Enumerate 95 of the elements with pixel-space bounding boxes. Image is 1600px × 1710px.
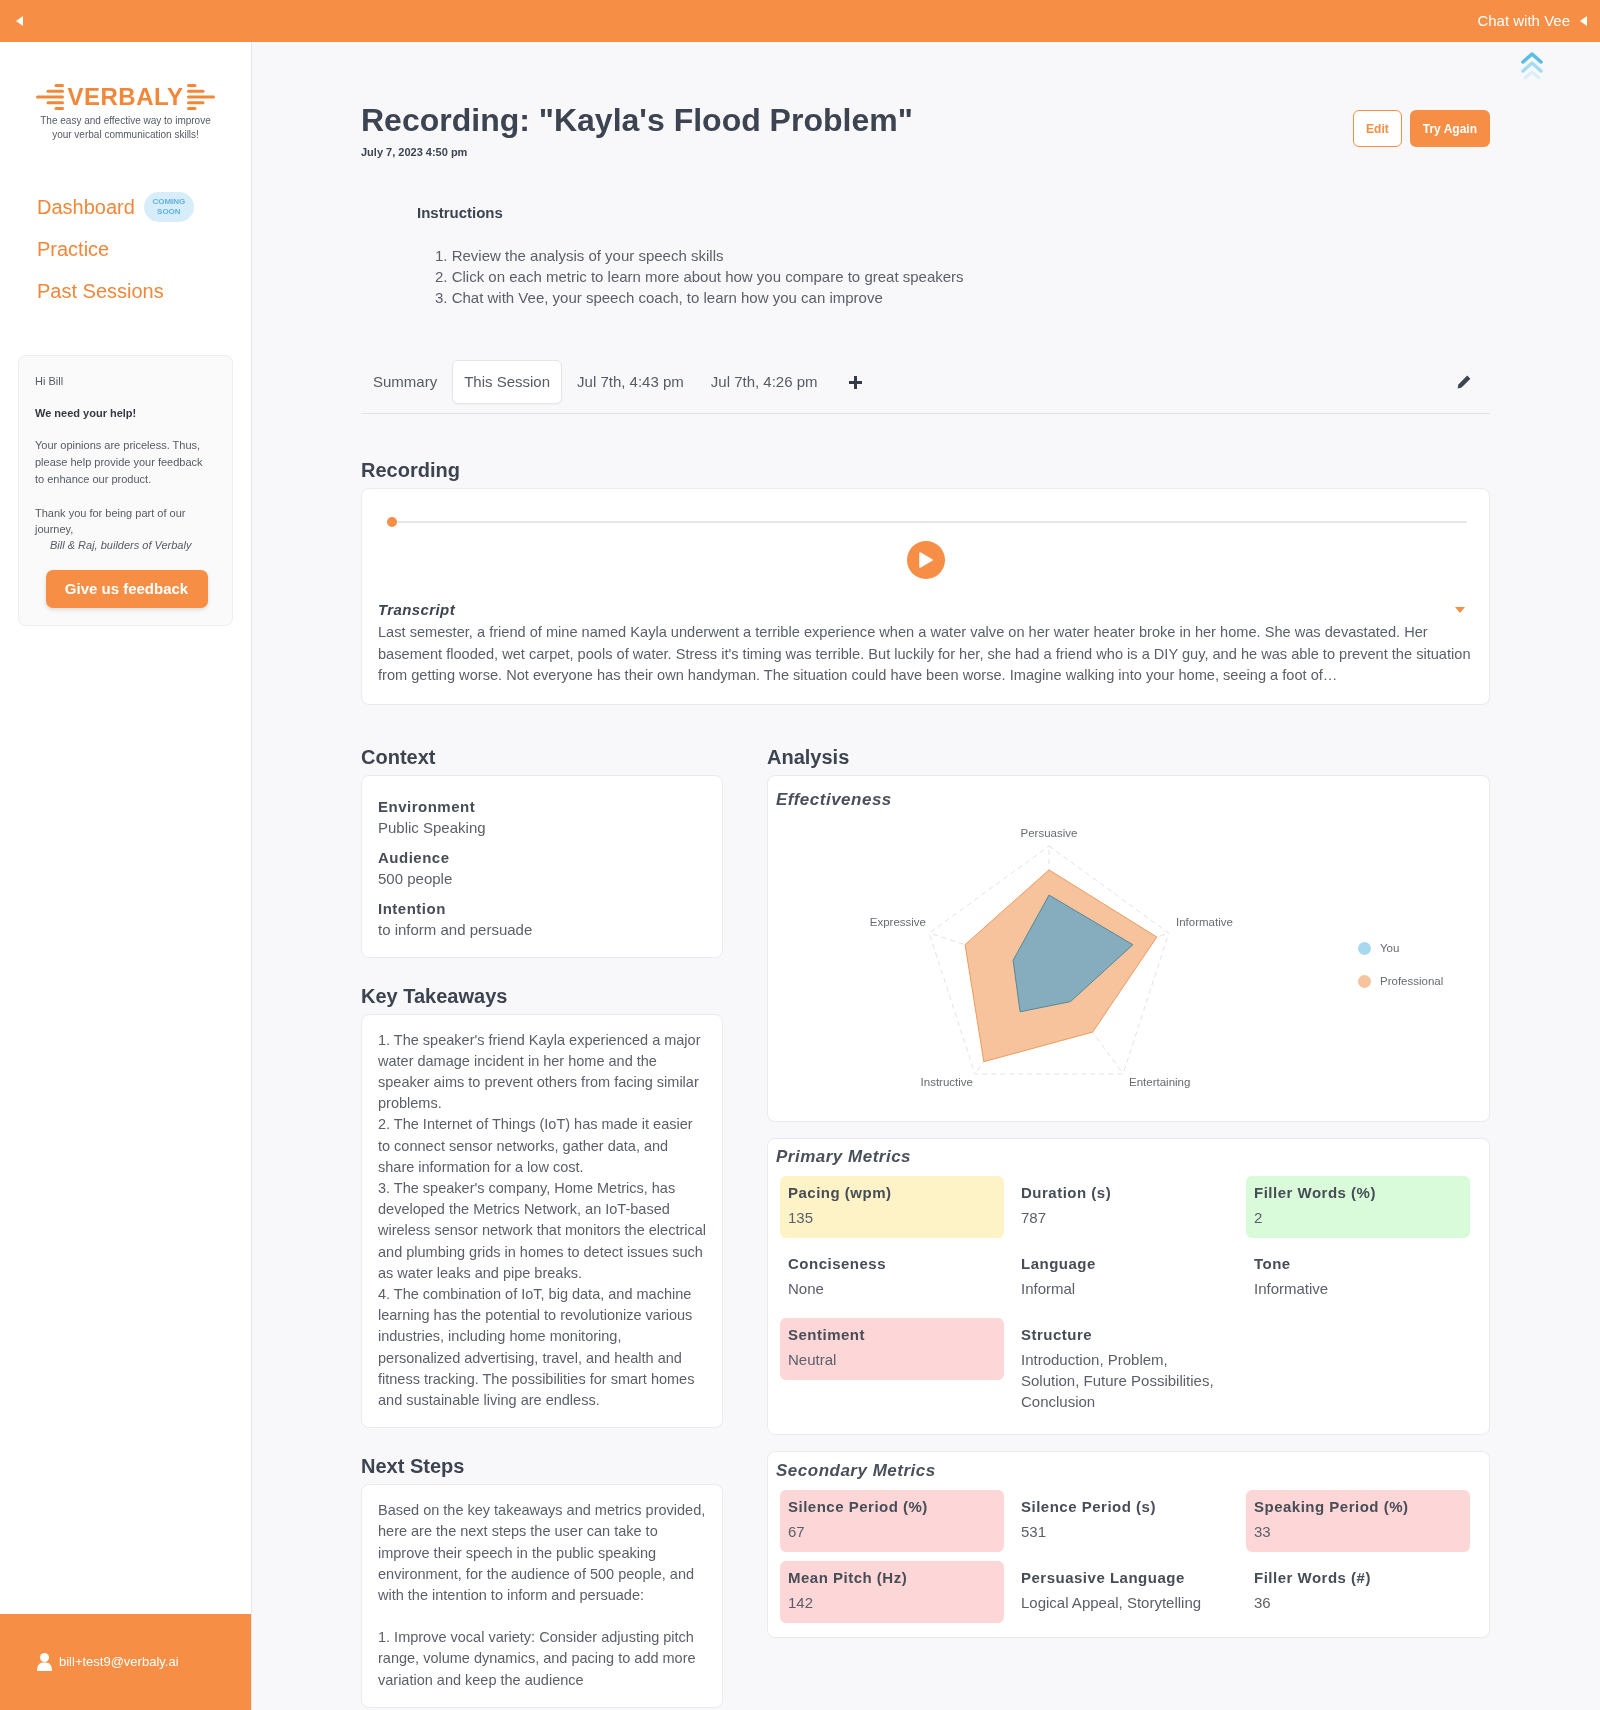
page-title: Recording: "Kayla's Flood Problem" [361, 101, 913, 140]
metric-cell[interactable]: Pacing (wpm) 135 [780, 1175, 1004, 1238]
plus-icon[interactable] [848, 375, 862, 389]
metric-value: 531 [1021, 1521, 1048, 1542]
metric-value: Introduction, Problem, Solution, Future Possibilities, Conclusion [1021, 1349, 1215, 1412]
card-title: Effectiveness [775, 788, 893, 811]
metric-value: 142 [788, 1592, 815, 1613]
tab[interactable]: This Session [452, 360, 563, 404]
double-chevron-up-icon[interactable] [1521, 50, 1543, 80]
field-label: Audience [378, 847, 451, 868]
metric-cell[interactable]: Speaking Period (%) 33 [1246, 1489, 1470, 1552]
slider-thumb[interactable] [387, 517, 397, 527]
legend-label: Professional [1380, 974, 1444, 989]
takeaway-item: 1. The speaker's friend Kayla experienced a major water damage incident in her home and the speaker aims to prevent others from facing similar problems. [378, 1030, 702, 1114]
metric-label: Pacing (wpm) [788, 1182, 893, 1203]
tab[interactable]: Jul 7th, 4:43 pm [565, 360, 696, 404]
axis-label: Instructive [920, 1075, 973, 1088]
section-heading: Next Steps [361, 1454, 466, 1479]
signature-text: Bill & Raj, builders of Verbaly [49, 538, 193, 553]
stripes-icon [35, 84, 64, 110]
metric-value: 2 [1254, 1207, 1264, 1228]
feedback-heading: We need your help! [35, 406, 138, 421]
next-steps-paragraph: Based on the key takeaways and metrics provided, here are the next steps the user can take to improve their speech in the public speaking environment, for the audience of 500 people, and with the intention to inform and persuade: [378, 1501, 706, 1605]
instruction-step: 2. Click on each metric to learn more about how you compare to great speakers [435, 266, 1490, 287]
coming-soon-badge: COMING SOON [143, 192, 194, 222]
axis-label: Expressive [869, 915, 926, 928]
section-heading: Analysis [767, 744, 851, 769]
metric-value: 36 [1254, 1592, 1272, 1613]
metric-cell[interactable]: Filler Words (%) 2 [1246, 1175, 1470, 1238]
recording-date: July 7, 2023 4:50 pm [361, 146, 469, 158]
metric-label: Sentiment [788, 1324, 866, 1345]
play-button[interactable] [906, 541, 945, 579]
feedback-message: Your opinions are priceless. Thus, please help provide your feedback to enhance our product. [35, 438, 204, 487]
caret-left-icon[interactable] [16, 16, 24, 26]
metric-label: Structure [1021, 1324, 1094, 1345]
axis-label: Informative [1176, 915, 1233, 928]
section-heading: Recording [361, 458, 461, 482]
greeting-text: Hi Bill [35, 374, 65, 389]
metric-label: Persuasive Language [1021, 1567, 1186, 1588]
pencil-icon[interactable] [1457, 375, 1471, 389]
section-heading: Key Takeaways [361, 983, 509, 1008]
metric-label: Silence Period (s) [1021, 1496, 1157, 1517]
thanks-text: Thank you for being part of our journey, [35, 506, 187, 537]
stripes-icon [187, 84, 216, 110]
field-value: 500 people [378, 868, 454, 889]
metric-label: Filler Words (%) [1254, 1182, 1377, 1203]
metric-value: None [788, 1278, 825, 1299]
metric-cell[interactable]: Mean Pitch (Hz) 142 [780, 1560, 1004, 1623]
caret-down-icon[interactable] [1455, 607, 1465, 613]
logo-wordmark: VERBALY [67, 84, 184, 110]
card-title: Primary Metrics [776, 1145, 913, 1168]
field-label: Intention [378, 898, 447, 919]
metric-value: Neutral [788, 1349, 838, 1370]
user-email: bill+test9@verbaly.ai [59, 1653, 179, 1671]
tab[interactable]: Summary [361, 360, 450, 404]
instruction-step: 3. Chat with Vee, your speech coach, to learn how you can improve [435, 287, 1490, 308]
metric-value: Logical Appeal, Storytelling [1021, 1592, 1203, 1613]
metric-value: 787 [1021, 1207, 1048, 1228]
takeaway-item: 3. The speaker's company, Home Metrics, has developed the Metrics Network, an IoT-based wireless sensor network that monitors the electrical and plumbing grids in homes to detect issues such as water leaks and pipe breaks. [378, 1178, 706, 1283]
metric-value: 33 [1254, 1521, 1272, 1542]
metric-label: Silence Period (%) [788, 1496, 929, 1517]
axis-label: Persuasive [1020, 826, 1078, 839]
playback-slider[interactable] [387, 517, 1467, 527]
metric-label: Speaking Period (%) [1254, 1496, 1410, 1517]
instructions-heading: Instructions [417, 203, 504, 223]
field-label: Environment [378, 796, 477, 817]
transcript-label: Transcript [378, 600, 456, 620]
metric-label: Duration (s) [1021, 1182, 1113, 1203]
metric-value: 67 [788, 1521, 806, 1542]
card-title: Secondary Metrics [776, 1459, 937, 1482]
metric-value: 135 [788, 1207, 815, 1228]
metric-cell[interactable]: Silence Period (%) 67 [780, 1489, 1004, 1552]
play-icon [918, 552, 933, 568]
field-value: Public Speaking [378, 817, 487, 838]
next-steps-paragraph: 1. Improve vocal variety: Consider adjusting pitch range, volume dynamics, and pacing to add more variation and keep the audience [378, 1628, 697, 1690]
section-heading: Context [361, 744, 437, 769]
metric-value: Informal [1021, 1278, 1077, 1299]
tab[interactable]: Jul 7th, 4:26 pm [698, 360, 830, 404]
takeaway-item: 4. The combination of IoT, big data, and machine learning has the potential to revolutionize various industries, including home monitoring, personalized advertising, travel, and health and fitness tracking. The possibilities for smart homes and sustainable living are endless. [378, 1284, 696, 1410]
legend-label: You [1380, 941, 1400, 956]
metric-label: Conciseness [788, 1253, 888, 1274]
instruction-step: 1. Review the analysis of your speech skills [435, 245, 1490, 266]
logo-tagline: The easy and effective way to improve your verbal communication skills! [39, 114, 212, 142]
metric-label: Language [1021, 1253, 1097, 1274]
metric-value: Informative [1254, 1278, 1330, 1299]
axis-label: Entertaining [1129, 1075, 1191, 1088]
takeaway-item: 2. The Internet of Things (IoT) has made it easier to connect sensor networks, gather data, and share information for a low cost. [378, 1115, 694, 1177]
user-icon [37, 1653, 52, 1671]
metric-label: Tone [1254, 1253, 1292, 1274]
metric-label: Filler Words (#) [1254, 1567, 1372, 1588]
caret-left-icon [1580, 16, 1587, 26]
metric-cell[interactable]: Sentiment Neutral [780, 1317, 1004, 1380]
transcript-text: Last semester, a friend of mine named Kayla underwent a terrible experience when a water valve on her water heater broke in her home. She was devastated. Her basement flooded, wet carpet, pools of water. Stress it's timing was terrible. But luckily for her, she had a friend who is a DIY guy, and he was able to prevent the situation from getting worse. Not everyone has their own handyman. The situation could have been worse. Imagine walking into your home, seeing a foot of… [378, 623, 1472, 685]
metric-label: Mean Pitch (Hz) [788, 1567, 909, 1588]
field-value: to inform and persuade [378, 919, 534, 940]
